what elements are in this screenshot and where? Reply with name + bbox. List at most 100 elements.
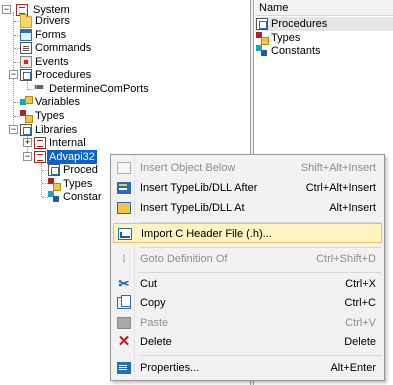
tree-node-commands[interactable]: Commands [20, 41, 120, 55]
menu-item-delete[interactable]: ✕ Delete Delete [113, 332, 382, 352]
book-icon [34, 137, 46, 149]
copy-icon [117, 295, 131, 309]
tree-node-label: DetermineComPorts [49, 83, 149, 95]
menu-item-label: Insert Object Below [140, 162, 236, 174]
menu-item-label: Copy [140, 297, 166, 309]
menu-item-import-c-header[interactable]: Import C Header File (.h)... [113, 223, 382, 243]
menu-item-insert-typelib-after[interactable]: Insert TypeLib/DLL After Ctrl+Alt+Insert [113, 178, 382, 198]
tree-node-label: Events [35, 56, 69, 68]
command-icon [20, 42, 32, 54]
tree-node-label: Advapi32 [47, 150, 97, 164]
tree-node-label: Types [63, 178, 93, 190]
function-icon: ≔ [34, 82, 44, 93]
tree-node-label: Types [35, 110, 65, 122]
event-icon [20, 56, 32, 68]
list-item[interactable]: Types [255, 31, 393, 45]
menu-item-shortcut: Alt+Insert [329, 202, 376, 214]
menu-item-goto-definition[interactable]: I Goto Definition Of Ctrl+Shift+D [113, 249, 382, 269]
menu-item-properties[interactable]: Properties... Alt+Enter [113, 358, 382, 378]
type-icon [20, 110, 33, 123]
tree-node-label: Drivers [35, 15, 70, 27]
menu-item-label: Goto Definition Of [140, 253, 228, 265]
folder-icon [20, 14, 32, 28]
tree-node-types[interactable]: Types [20, 109, 120, 123]
tree-node-procedures-child[interactable]: Proced [48, 163, 110, 177]
tree-node-forms[interactable]: Forms [20, 28, 120, 42]
tree-node-procedures[interactable]: − Procedures [0, 68, 130, 82]
tree-node-label: Forms [35, 29, 67, 41]
tree-node-label: Proced [63, 164, 98, 176]
list-item-label: Procedures [271, 18, 328, 30]
menu-item-label: Properties... [140, 362, 200, 374]
collapse-toggle[interactable]: − [23, 152, 32, 161]
menu-item-label: Cut [140, 278, 158, 290]
menu-item-shortcut: Ctrl+X [345, 278, 376, 290]
tree-node-label: Variables [35, 96, 81, 108]
column-header-name[interactable]: Name [255, 0, 393, 16]
menu-item-label: Import C Header File (.h)... [141, 228, 272, 240]
menu-separator [139, 272, 382, 273]
expand-toggle[interactable]: + [23, 138, 32, 147]
tree-node-constants-child[interactable]: Constar [48, 190, 110, 204]
tree-node-drivers[interactable]: Drivers [20, 14, 120, 28]
type-icon [48, 178, 61, 191]
tree-node-variables[interactable]: Variables [20, 95, 120, 109]
procedure-icon [48, 164, 60, 176]
menu-item-shortcut: Delete [344, 336, 376, 348]
tree-node-libraries[interactable]: − Libraries [0, 123, 120, 137]
tree-node-internal[interactable]: + Internal [0, 136, 120, 150]
menu-item-cut[interactable]: ✂ Cut Ctrl+X [113, 274, 382, 294]
menu-separator [139, 247, 382, 248]
menu-separator [139, 355, 382, 356]
variable-icon [20, 96, 33, 108]
paste-icon [117, 317, 131, 329]
tree-node-label: Commands [35, 42, 92, 54]
tree-node-advapi32[interactable]: − Advapi32 [0, 150, 120, 164]
goto-definition-icon: I [122, 252, 126, 266]
list-item[interactable]: Constants [255, 44, 393, 58]
context-menu: Insert Object Below Shift+Alt+Insert Ins… [110, 154, 385, 381]
collapse-toggle[interactable]: − [9, 70, 18, 79]
properties-icon [117, 362, 131, 374]
collapse-toggle[interactable]: − [2, 5, 11, 14]
form-icon [20, 29, 32, 41]
menu-item-shortcut: Ctrl+V [345, 317, 376, 329]
menu-item-label: Paste [140, 317, 169, 329]
menu-item-label: Insert TypeLib/DLL After [140, 182, 258, 194]
menu-item-insert-object-below[interactable]: Insert Object Below Shift+Alt+Insert [113, 158, 382, 178]
list-item-label: Constants [271, 45, 321, 57]
insert-object-icon [117, 162, 131, 174]
constant-icon [48, 191, 60, 203]
cut-icon: ✂ [118, 276, 130, 291]
menu-item-insert-typelib-at[interactable]: Insert TypeLib/DLL At Alt+Insert [113, 198, 382, 218]
book-icon [34, 151, 46, 163]
collapse-toggle[interactable]: − [9, 125, 18, 134]
procedure-icon [20, 69, 32, 81]
typelib-at-icon [117, 202, 131, 214]
tree-node-label: Internal [49, 137, 86, 149]
menu-item-label: Delete [140, 336, 172, 348]
typelib-after-icon [117, 182, 131, 194]
tree-node-label: Libraries [35, 124, 78, 136]
import-header-icon [118, 228, 132, 240]
tree-node-events[interactable]: Events [20, 55, 120, 69]
tree-node-label: Procedures [35, 69, 92, 81]
menu-item-shortcut: Ctrl+Shift+D [316, 253, 376, 265]
type-icon [256, 32, 269, 45]
list-item-label: Types [271, 32, 301, 44]
tree-node-types-child[interactable]: Types [48, 177, 110, 191]
menu-item-shortcut: Alt+Enter [330, 362, 376, 374]
menu-item-shortcut: Shift+Alt+Insert [300, 162, 376, 174]
tree-guide [41, 163, 42, 197]
procedure-icon [20, 124, 32, 136]
tree-node-determinecomports[interactable]: ≔ DetermineComPorts [34, 82, 164, 96]
menu-item-copy[interactable]: Copy Ctrl+C [113, 293, 382, 313]
list-item[interactable]: Procedures [255, 17, 393, 31]
tree-node-label: Constar [63, 191, 102, 203]
menu-item-paste[interactable]: Paste Ctrl+V [113, 313, 382, 333]
menu-item-shortcut: Ctrl+C [344, 297, 376, 309]
delete-icon: ✕ [117, 333, 131, 350]
procedure-icon [256, 18, 268, 30]
menu-item-shortcut: Ctrl+Alt+Insert [305, 182, 376, 194]
menu-item-label: Insert TypeLib/DLL At [140, 202, 245, 214]
